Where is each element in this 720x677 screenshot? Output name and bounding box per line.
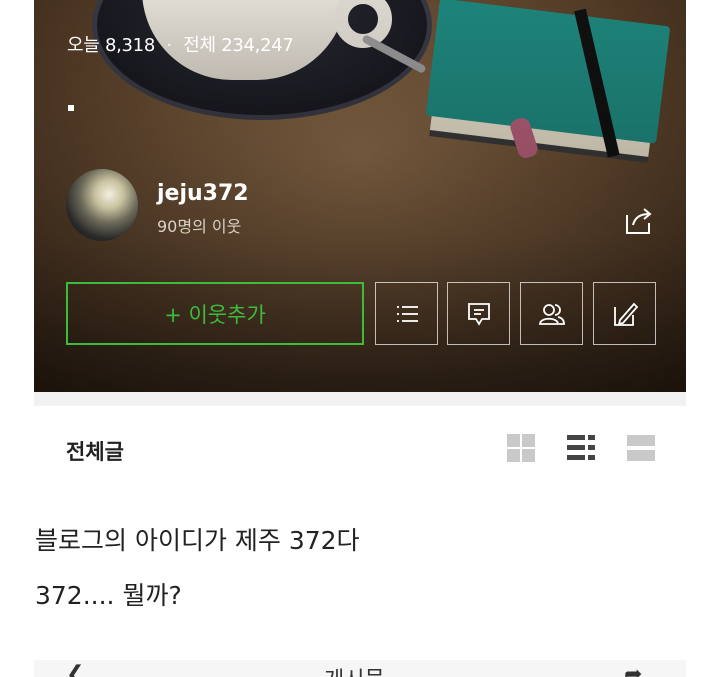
- neighbors-button[interactable]: [520, 282, 583, 345]
- comment-icon: [467, 302, 490, 326]
- add-neighbor-button[interactable]: + 이웃추가: [66, 282, 364, 345]
- avatar[interactable]: [66, 169, 138, 241]
- section-title: 전체글: [66, 440, 124, 464]
- blog-cover: 오늘 8,318 · 전체 234,247 jeju372 90명의 이웃 + …: [34, 0, 686, 392]
- list-view-icon[interactable]: [566, 433, 596, 463]
- neighbor-count[interactable]: 90명의 이웃: [157, 213, 241, 237]
- category-list-button[interactable]: [375, 282, 438, 345]
- write-icon: [613, 302, 638, 326]
- total-count: 234,247: [221, 35, 294, 56]
- back-arrow-icon[interactable]: ❮: [66, 662, 84, 677]
- post-nav-label: 게시물: [324, 662, 385, 677]
- share-icon[interactable]: [621, 203, 655, 237]
- stats-separator: ·: [166, 35, 172, 56]
- today-count: 8,318: [104, 35, 155, 56]
- blog-id[interactable]: jeju372: [157, 181, 249, 206]
- guestbook-button[interactable]: [447, 282, 510, 345]
- add-neighbor-label: + 이웃추가: [164, 302, 266, 327]
- write-post-button[interactable]: [593, 282, 656, 345]
- page-indicator-dot: [68, 105, 74, 111]
- forward-arrow-icon[interactable]: ➦: [624, 662, 642, 677]
- people-icon: [538, 303, 565, 325]
- today-label: 오늘: [67, 35, 100, 56]
- total-label: 전체: [183, 35, 216, 56]
- visitor-stats: 오늘 8,318 · 전체 234,247: [67, 31, 294, 57]
- grid-view-icon[interactable]: [506, 433, 536, 463]
- card-view-icon[interactable]: [626, 433, 656, 463]
- post-text-line-2[interactable]: 372.... 뭘까?: [35, 576, 182, 612]
- section-divider: [34, 392, 686, 406]
- post-nav-bar: ❮ 게시물 ➦: [34, 660, 686, 677]
- list-icon: [396, 305, 418, 322]
- post-text-line-1[interactable]: 블로그의 아이디가 제주 372다: [35, 521, 360, 557]
